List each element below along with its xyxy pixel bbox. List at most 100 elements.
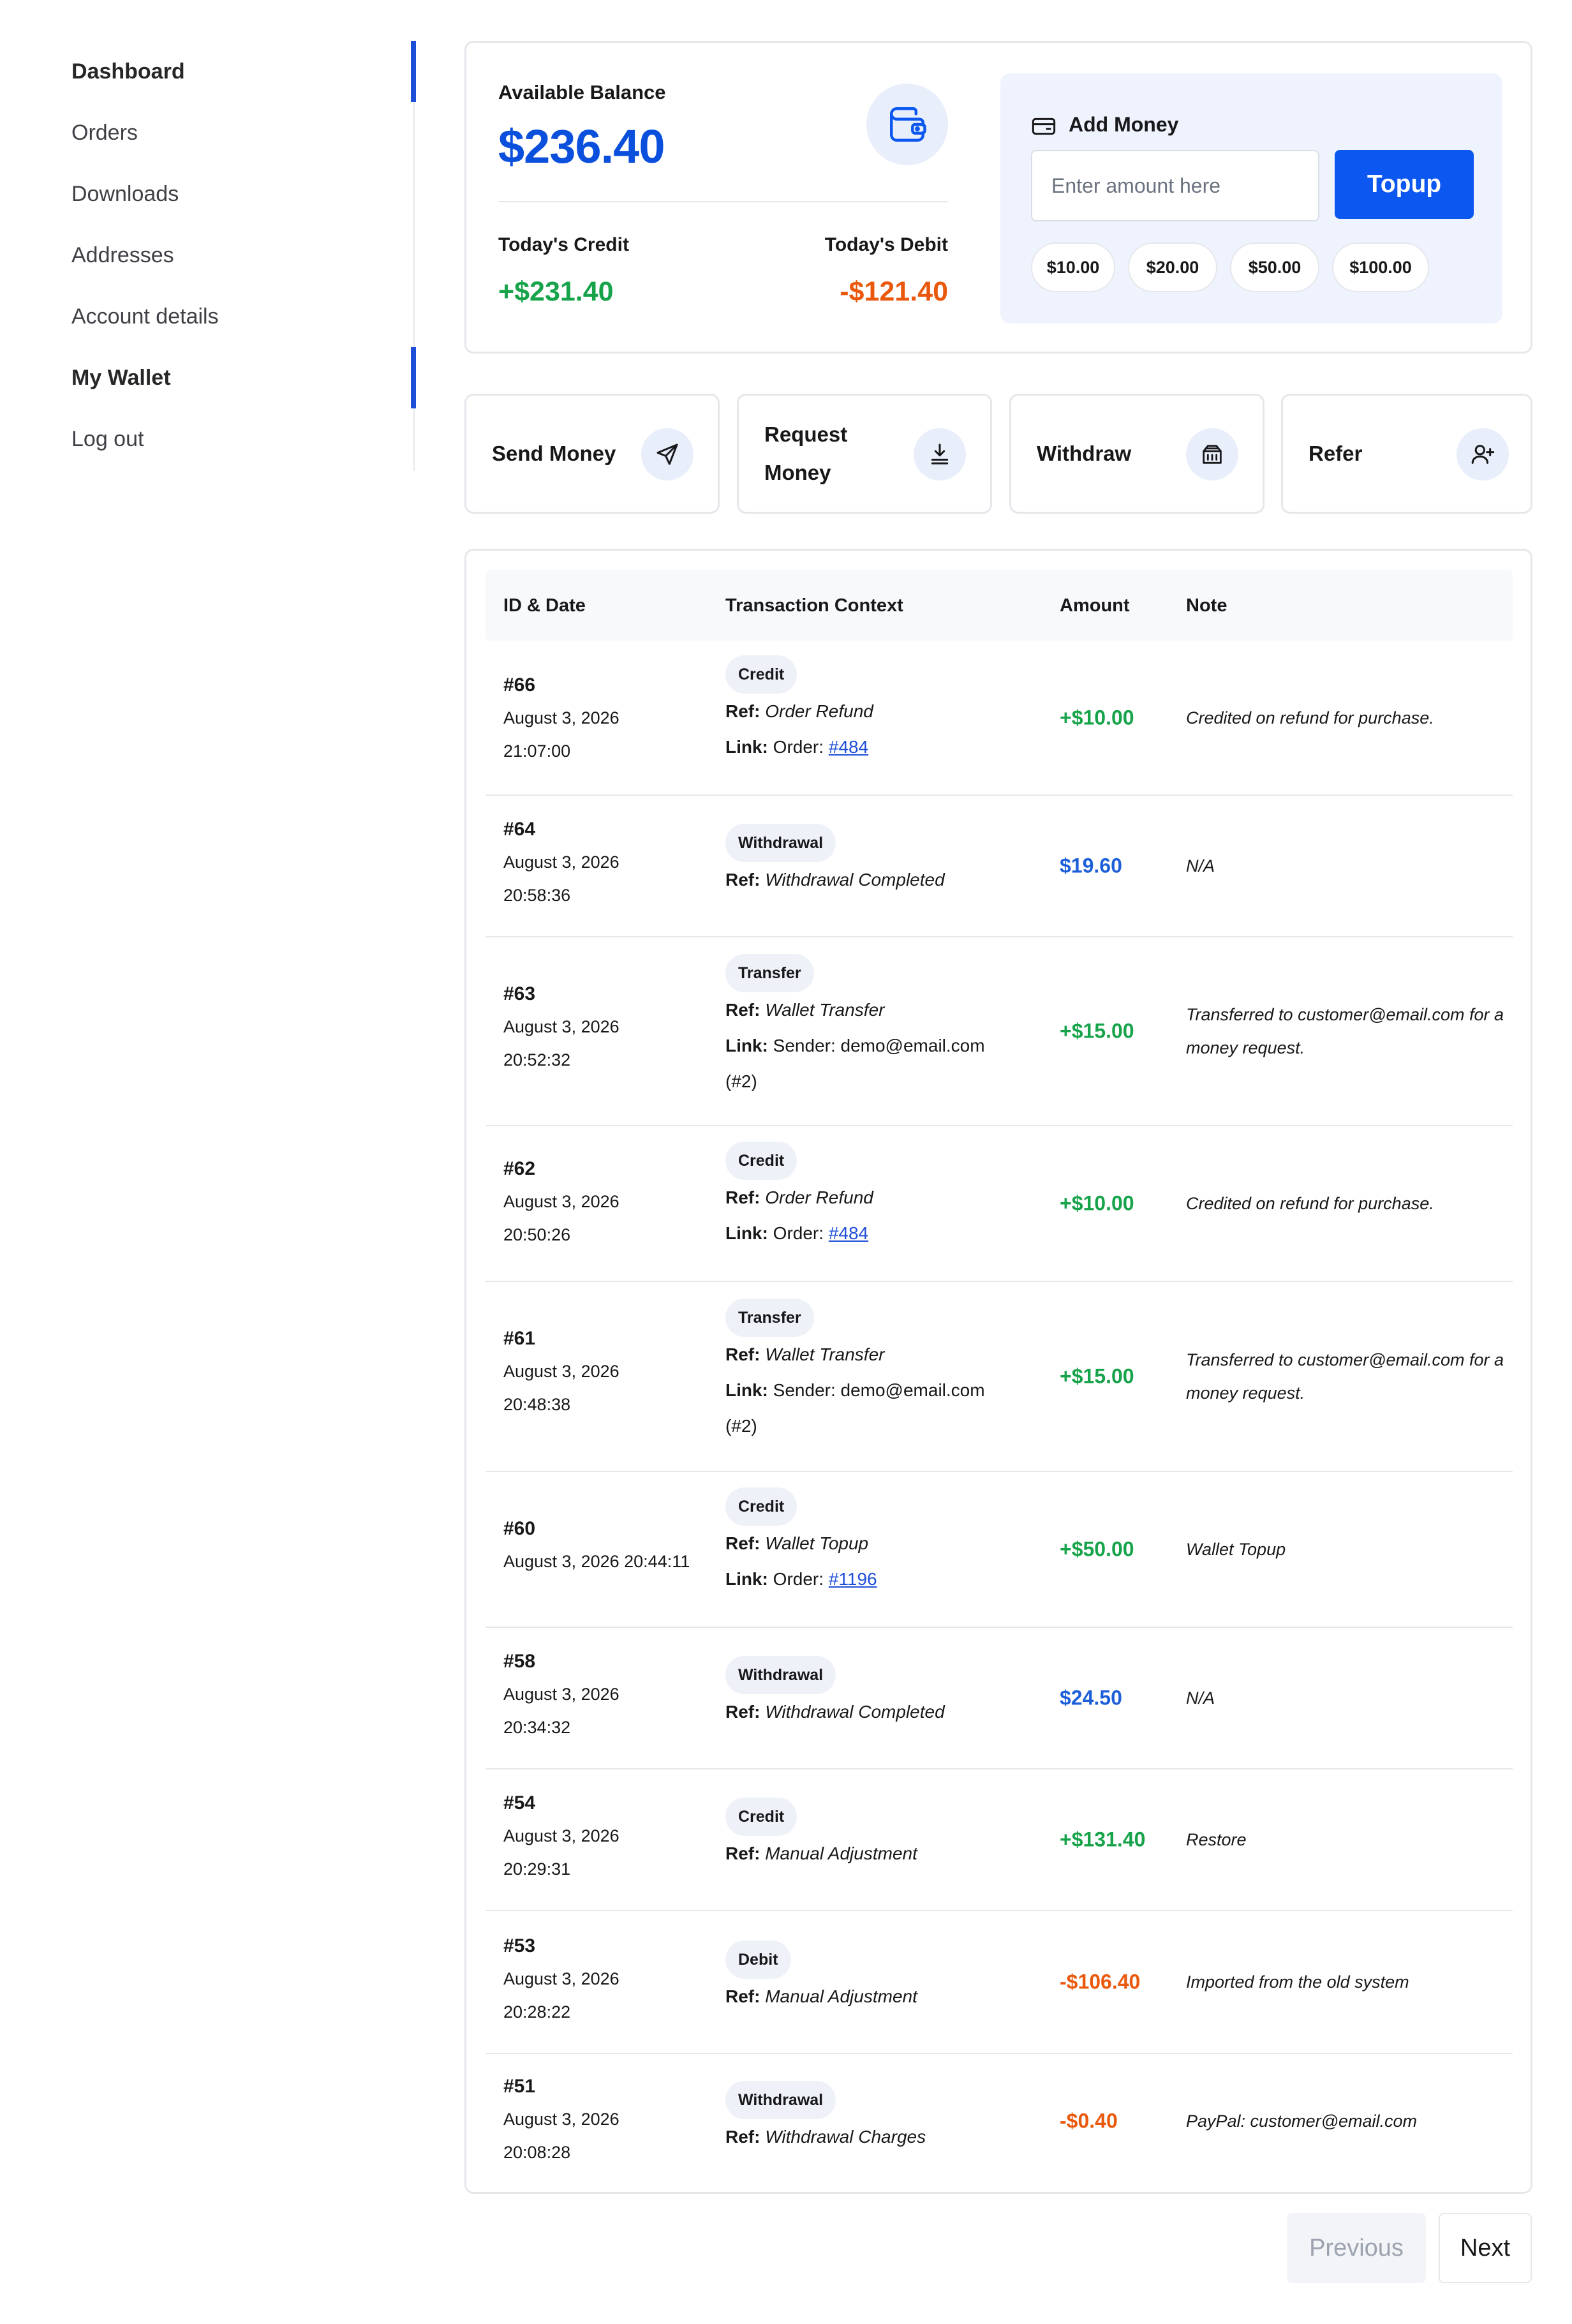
- preset-amount-chip[interactable]: $100.00: [1332, 242, 1429, 292]
- transaction-type-badge: Credit: [725, 1487, 797, 1526]
- link-prefix: Sender: demo@email.com: [773, 1380, 985, 1400]
- transaction-time: 20:50:26: [503, 1225, 571, 1244]
- order-link[interactable]: #484: [829, 1223, 868, 1243]
- transaction-time: 20:29:31: [503, 1859, 571, 1879]
- request-money-button[interactable]: Request Money: [737, 394, 992, 514]
- transaction-note: N/A: [1186, 1688, 1215, 1708]
- ref-label: Ref:: [725, 1000, 760, 1020]
- ref-value: Order Refund: [765, 1188, 873, 1207]
- link-prefix: Order:: [773, 1569, 824, 1589]
- transaction-note: Credited on refund for purchase.: [1186, 708, 1434, 727]
- amount-input[interactable]: [1031, 150, 1319, 221]
- transaction-type-badge: Transfer: [725, 1299, 814, 1337]
- ref-value: Manual Adjustment: [765, 1844, 917, 1863]
- transaction-time: 20:28:22: [503, 2002, 571, 2022]
- transaction-note: Transferred to customer@email.com for a …: [1186, 1005, 1504, 1057]
- transaction-note: Imported from the old system: [1186, 1972, 1409, 1992]
- transaction-id: #58: [503, 1651, 536, 1672]
- transaction-id: #61: [503, 1328, 536, 1349]
- balance-amount: $236.40: [498, 120, 665, 173]
- transaction-note: Transferred to customer@email.com for a …: [1186, 1350, 1504, 1403]
- ref-label: Ref:: [725, 1702, 760, 1722]
- sidebar-item-addresses[interactable]: Addresses: [71, 225, 174, 286]
- column-header-context: Transaction Context: [725, 595, 903, 616]
- transaction-type-badge: Credit: [725, 1798, 797, 1836]
- link-label: Link:: [725, 1223, 768, 1243]
- user-plus-icon: [1457, 428, 1509, 480]
- topup-button[interactable]: Topup: [1335, 150, 1474, 219]
- ref-label: Ref:: [725, 1533, 760, 1553]
- order-link[interactable]: #484: [829, 737, 868, 757]
- transaction-type-badge: Transfer: [725, 954, 814, 992]
- transaction-id: #60: [503, 1518, 536, 1539]
- transaction-date: August 3, 2026: [503, 1017, 619, 1036]
- sidebar-item-account-details[interactable]: Account details: [71, 286, 219, 347]
- transaction-type-badge: Withdrawal: [725, 824, 836, 862]
- balance-card: Available Balance $236.40 Today's Credit…: [464, 41, 1532, 354]
- ref-label: Ref:: [725, 1844, 760, 1863]
- transaction-id: #64: [503, 819, 536, 840]
- send-money-button[interactable]: Send Money: [464, 394, 720, 514]
- link-label: Link:: [725, 1380, 768, 1400]
- transaction-amount: -$0.40: [1060, 2109, 1118, 2133]
- transactions-table: ID & Date Transaction Context Amount Not…: [464, 549, 1532, 2194]
- table-row: #58 August 3, 2026 20:34:32 Withdrawal R…: [486, 1628, 1513, 1769]
- transaction-time: 20:48:38: [503, 1395, 571, 1414]
- table-row: #61 August 3, 2026 20:48:38 Transfer Ref…: [486, 1282, 1513, 1472]
- add-money-panel: Add Money Topup $10.00 $20.00 $50.00 $10…: [1000, 73, 1502, 324]
- transaction-id: #53: [503, 1935, 536, 1956]
- transaction-type-badge: Withdrawal: [725, 2081, 836, 2119]
- transaction-date: August 3, 2026: [503, 1826, 619, 1845]
- refer-label: Refer: [1309, 442, 1363, 465]
- transaction-time: 20:52:32: [503, 1050, 571, 1069]
- transaction-amount: $24.50: [1060, 1686, 1122, 1709]
- ref-value: Wallet Transfer: [765, 1344, 885, 1364]
- sidebar-item-logout[interactable]: Log out: [71, 408, 144, 470]
- link-prefix: Order:: [773, 737, 824, 757]
- preset-amount-chip[interactable]: $20.00: [1128, 242, 1217, 292]
- today-debit-value: -$121.40: [840, 276, 948, 307]
- refer-button[interactable]: Refer: [1281, 394, 1532, 514]
- previous-page-button[interactable]: Previous: [1287, 2213, 1426, 2283]
- column-header-id-date: ID & Date: [503, 595, 586, 616]
- transaction-id: #54: [503, 1792, 536, 1814]
- request-money-label: Request Money: [764, 422, 848, 484]
- transaction-id: #51: [503, 2076, 536, 2097]
- balance-label: Available Balance: [498, 81, 666, 103]
- wallet-icon: [866, 84, 948, 165]
- link-prefix: Order:: [773, 1223, 824, 1243]
- transaction-date: August 3, 2026: [503, 1685, 619, 1704]
- sidebar-item-orders[interactable]: Orders: [71, 102, 138, 163]
- column-header-note: Note: [1186, 595, 1227, 616]
- sidebar-item-downloads[interactable]: Downloads: [71, 163, 179, 225]
- transaction-note: Restore: [1186, 1830, 1247, 1849]
- transaction-amount: +$10.00: [1060, 706, 1134, 729]
- transaction-note: Credited on refund for purchase.: [1186, 1194, 1434, 1213]
- preset-amount-chip[interactable]: $10.00: [1031, 242, 1115, 292]
- download-icon: [914, 428, 966, 480]
- preset-amount-chip[interactable]: $50.00: [1230, 242, 1319, 292]
- transaction-note: Wallet Topup: [1186, 1540, 1286, 1559]
- withdraw-label: Withdraw: [1037, 442, 1132, 465]
- link-label: Link:: [725, 1569, 768, 1589]
- divider: [498, 201, 948, 202]
- transaction-date: August 3, 2026: [503, 1192, 619, 1211]
- sidebar-item-my-wallet[interactable]: My Wallet: [71, 347, 171, 408]
- transaction-date: August 3, 2026: [503, 2110, 619, 2129]
- transaction-id: #66: [503, 674, 536, 696]
- link-prefix: Sender: demo@email.com: [773, 1036, 985, 1055]
- today-debit-label: Today's Debit: [824, 234, 948, 255]
- transaction-amount: -$106.40: [1060, 1970, 1141, 1993]
- ref-value: Manual Adjustment: [765, 1986, 917, 2006]
- transaction-note: N/A: [1186, 856, 1215, 875]
- link-label: Link:: [725, 737, 768, 757]
- transaction-note: PayPal: customer@email.com: [1186, 2112, 1418, 2131]
- ref-value: Wallet Topup: [765, 1533, 869, 1553]
- withdraw-button[interactable]: Withdraw: [1009, 394, 1264, 514]
- order-link[interactable]: #1196: [829, 1569, 877, 1589]
- table-row: #66 August 3, 2026 21:07:00 Credit Ref: …: [486, 641, 1513, 796]
- next-page-button[interactable]: Next: [1439, 2213, 1532, 2283]
- column-header-amount: Amount: [1060, 595, 1130, 616]
- bank-icon: [1186, 428, 1238, 480]
- sidebar-item-dashboard[interactable]: Dashboard: [71, 41, 185, 102]
